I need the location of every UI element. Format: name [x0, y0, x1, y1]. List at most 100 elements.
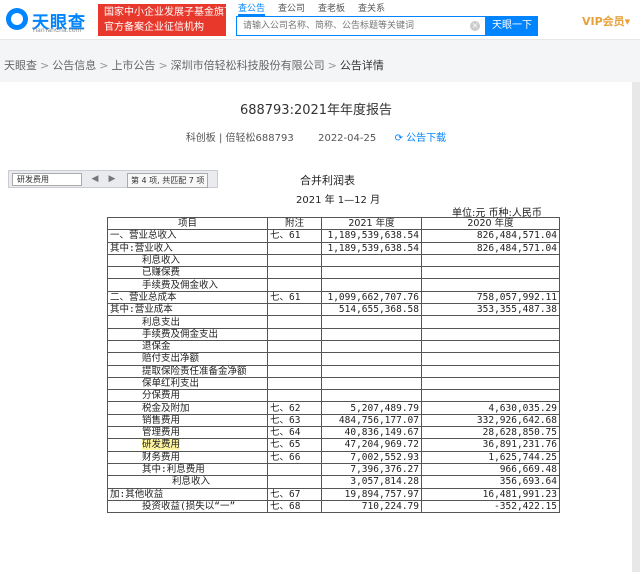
cell-item: 销售费用: [107, 413, 268, 428]
cell-2020: 16,481,991.23: [421, 487, 560, 501]
tab-company[interactable]: 查公司: [278, 1, 305, 14]
search-button[interactable]: 天眼一下: [486, 16, 538, 36]
cell-2021: [321, 327, 422, 341]
cell-2020: [421, 278, 560, 292]
table-row: 其中:营业成本 514,655,368.58 353,355,487.38: [107, 303, 560, 317]
cell-note: [267, 278, 322, 292]
table-row: 其中:营业收入 1,189,539,638.54 826,484,571.04: [107, 241, 560, 255]
cell-2020: [421, 253, 560, 268]
document-meta: 科创板 | 倍轻松688793 2022-04-25 ⟳ 公告下载: [0, 129, 632, 144]
cell-note: [267, 475, 322, 489]
cell-item: 其中:营业成本: [107, 303, 268, 317]
document-title: 688793:2021年年度报告: [239, 103, 393, 118]
cell-note: [267, 253, 322, 268]
table-row: 保单红利支出: [107, 376, 560, 391]
cell-2020: 353,355,487.38: [421, 303, 560, 317]
cell-note: [267, 241, 322, 255]
cell-2021: 19,894,757.97: [321, 487, 422, 501]
cell-note: 七、64: [267, 426, 322, 440]
table-body: 一、营业总收入 七、61 1,189,539,638.54 826,484,571.0…: [107, 229, 560, 514]
cell-item: 保单红利支出: [107, 376, 268, 391]
search-input[interactable]: [236, 16, 486, 36]
breadcrumb-separator: >: [99, 59, 109, 72]
cell-2021: 1,189,539,638.54: [321, 229, 422, 243]
header-2020: 2020 年度: [421, 216, 560, 231]
breadcrumb-current: 公告详情: [339, 59, 384, 72]
cell-2021: 3,057,814.28: [321, 475, 422, 489]
table-row: 提取保险责任准备金净额: [107, 364, 560, 378]
table-header-row: 项目 附注 2021 年度 2020 年度: [107, 216, 560, 231]
cell-note: [267, 376, 322, 391]
cell-2020: 36,891,231.76: [421, 438, 560, 452]
breadcrumb-company[interactable]: 深圳市倍轻松科技股份有限公司: [171, 59, 325, 72]
document-date: 2022-04-25: [318, 133, 377, 144]
promo-badge: 国家中小企业发展子基金旗下 官方备案企业征信机构: [98, 4, 234, 36]
cell-item: 退保金: [107, 339, 268, 354]
table-row: 其中:利息费用 7,396,376.27 966,669.48: [107, 462, 560, 477]
tab-announcements[interactable]: 查公告: [238, 1, 266, 16]
cell-2020: -352,422.15: [421, 499, 560, 514]
cell-2021: 7,002,552.93: [321, 450, 422, 464]
cell-note: [267, 315, 322, 329]
table-row: 手续费及佣金收入: [107, 278, 560, 292]
statement-title: 合并利润表: [300, 174, 355, 187]
chevron-down-icon: ▾: [624, 15, 631, 28]
clear-search-icon[interactable]: ×: [470, 21, 480, 31]
cell-note: 七、61: [267, 229, 322, 243]
table-row: 已赚保费: [107, 266, 560, 280]
cell-item: 税金及附加: [107, 401, 268, 415]
table-row: 财务费用 七、66 7,002,552.93 1,625,744.25: [107, 450, 560, 464]
cell-item: 其中:利息费用: [107, 462, 268, 477]
cell-2021: [321, 339, 422, 354]
cell-note: [267, 352, 322, 366]
cell-item: 已赚保费: [107, 266, 268, 280]
cell-note: [267, 327, 322, 341]
table-row: 一、营业总收入 七、61 1,189,539,638.54 826,484,571.0…: [107, 229, 560, 243]
breadcrumb-announcements[interactable]: 公告信息: [52, 59, 96, 72]
cell-2021: 514,655,368.58: [321, 303, 422, 317]
cell-note: 七、62: [267, 401, 322, 415]
document-board: 科创板 | 倍轻松688793: [185, 133, 294, 144]
find-previous-icon[interactable]: ◀: [89, 174, 101, 185]
find-next-icon[interactable]: ▶: [106, 174, 118, 185]
table-row: 退保金: [107, 339, 560, 354]
tianyancha-logo[interactable]: 天眼查 TianYanCha.com: [6, 6, 96, 34]
cell-note: 七、61: [267, 290, 322, 305]
header-note: 附注: [267, 216, 322, 231]
breadcrumb-separator: >: [327, 59, 337, 72]
cell-item: 利息收入: [107, 475, 268, 489]
breadcrumb-home[interactable]: 天眼查: [4, 59, 37, 72]
cell-2020: 826,484,571.04: [421, 229, 560, 243]
cell-item: 手续费及佣金收入: [107, 278, 268, 292]
find-input[interactable]: 研发费用: [12, 173, 82, 186]
table-row: 分保费用: [107, 389, 560, 403]
cell-note: 七、65: [267, 438, 322, 452]
find-match-info: 第 4 项, 共匹配 7 项: [127, 173, 209, 188]
breadcrumb-separator: >: [158, 59, 168, 72]
cell-item: 一、营业总收入: [107, 229, 268, 243]
table-row: 利息收入: [107, 253, 560, 268]
cell-item: 手续费及佣金支出: [107, 327, 268, 341]
cell-2020: 966,669.48: [421, 462, 560, 477]
breadcrumb-listed-announcements[interactable]: 上市公告: [111, 59, 155, 72]
page-scrollbar[interactable]: [632, 82, 640, 572]
cell-2021: [321, 376, 422, 391]
cell-item: 利息收入: [107, 253, 268, 268]
download-link[interactable]: ⟳ 公告下载: [395, 133, 447, 144]
cell-note: [267, 266, 322, 280]
table-row: 投资收益(损失以“一” 七、68 710,224.79 -352,422.15: [107, 499, 560, 514]
cell-2021: [321, 389, 422, 403]
table-row: 利息收入 3,057,814.28 356,693.64: [107, 475, 560, 489]
cell-2020: 356,693.64: [421, 475, 560, 489]
cell-2020: [421, 389, 560, 403]
cell-item: 分保费用: [107, 389, 268, 403]
vip-member-link[interactable]: VIP会员▾: [582, 13, 630, 29]
cell-2020: [421, 339, 560, 354]
header-item: 项目: [107, 216, 268, 231]
cell-2021: 1,189,539,638.54: [321, 241, 422, 255]
table-row: 税金及附加 七、62 5,207,489.79 4,630,035.29: [107, 401, 560, 415]
tab-boss[interactable]: 查老板: [318, 1, 345, 14]
breadcrumb: 天眼查 > 公告信息 > 上市公告 > 深圳市倍轻松科技股份有限公司 > 公告详情: [4, 57, 384, 73]
cell-2021: 7,396,376.27: [321, 462, 422, 477]
tab-relations[interactable]: 查关系: [358, 1, 385, 14]
